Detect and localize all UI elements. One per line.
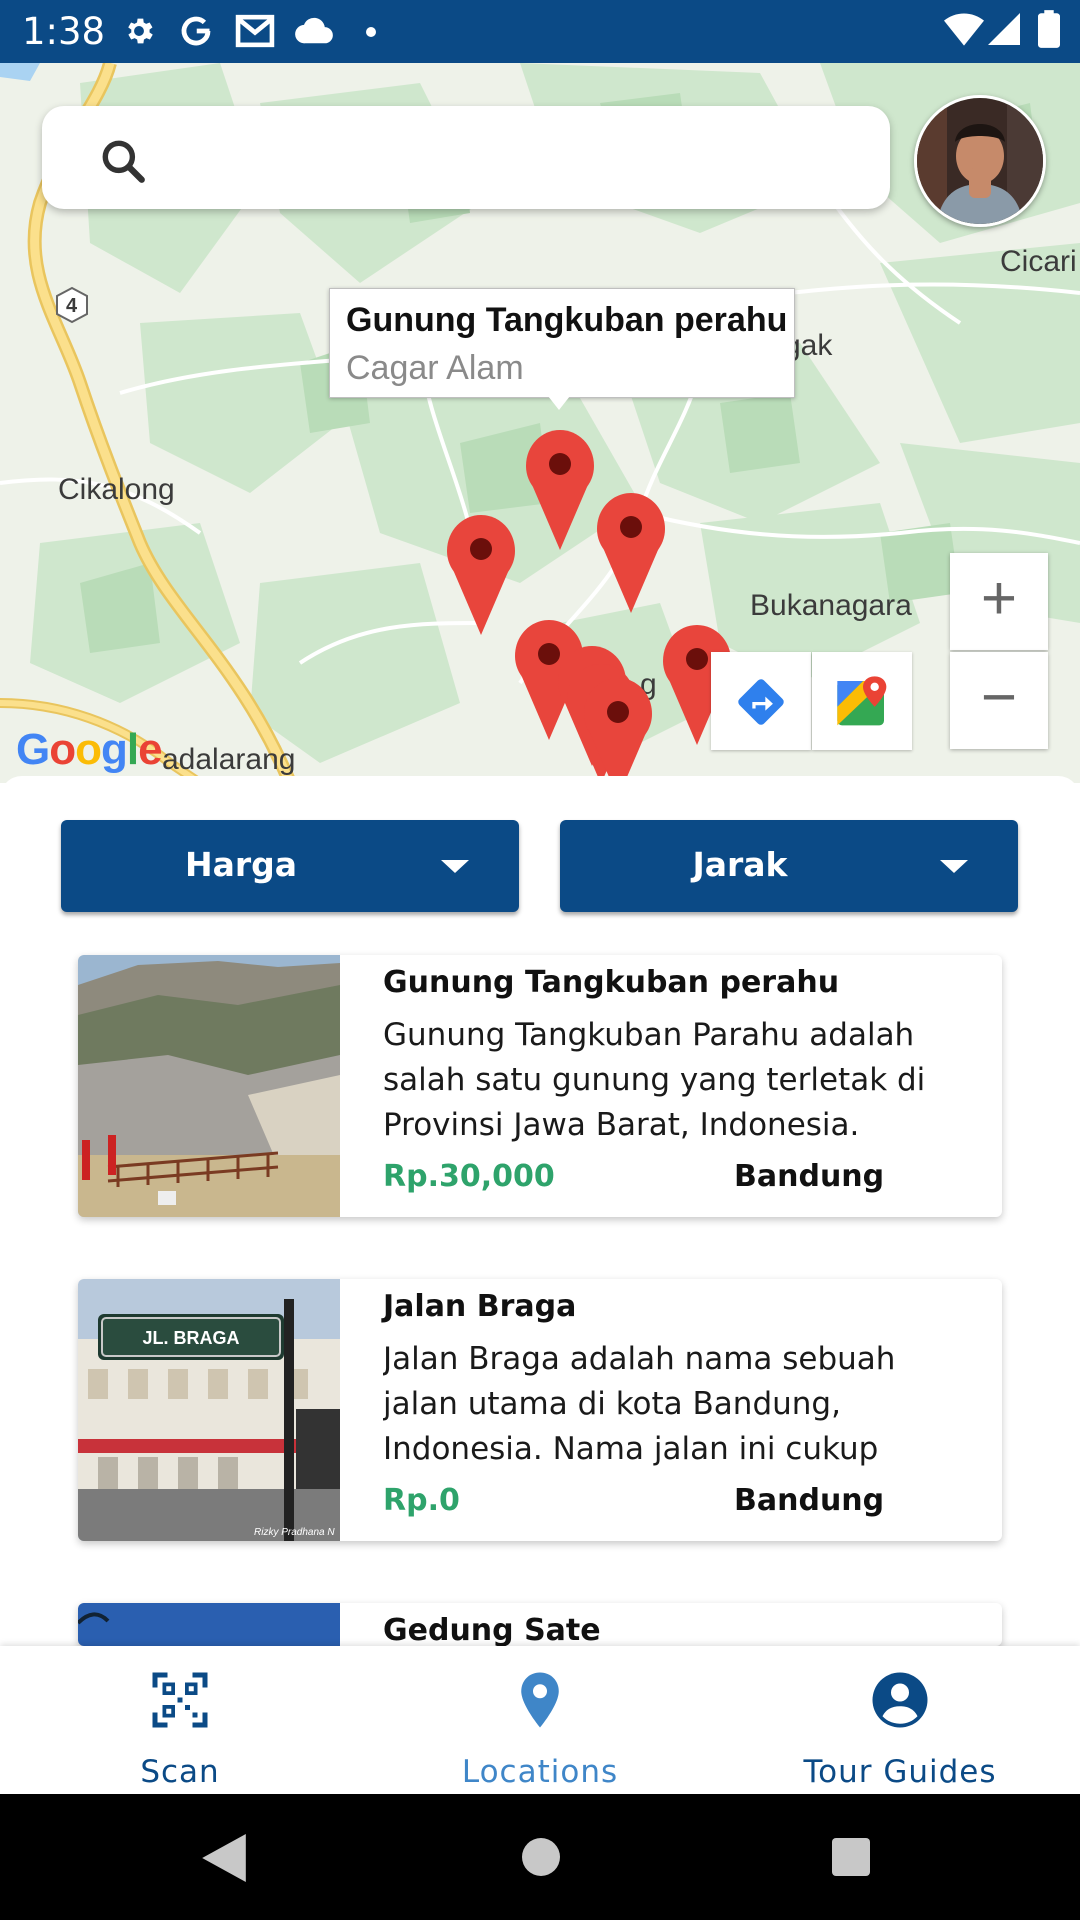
place-title: Gunung Tangkuban perahu <box>383 965 840 1000</box>
google-icon <box>181 16 211 46</box>
wifi-icon <box>944 13 984 46</box>
directions-button[interactable] <box>711 652 811 750</box>
nav-scan-label: Scan <box>140 1754 220 1790</box>
place-description: Jalan Braga adalah nama sebuah jalan uta… <box>383 1341 896 1467</box>
home-icon[interactable] <box>520 1836 562 1878</box>
location-pin-icon <box>521 1672 559 1728</box>
place-card[interactable]: JL. BRAGA Rizky Pradhana N Jalan Braga J… <box>78 1279 1002 1541</box>
place-thumbnail: JL. BRAGA Rizky Pradhana N <box>78 1279 340 1541</box>
place-title: Gedung Sate <box>383 1613 601 1646</box>
place-thumbnail <box>78 1603 340 1646</box>
open-in-maps-button[interactable] <box>812 652 912 750</box>
price-filter-dropdown[interactable]: Harga <box>61 820 519 912</box>
cloud-icon <box>295 17 333 44</box>
status-time: 1:38 <box>22 10 106 53</box>
nav-locations-label: Locations <box>461 1754 619 1790</box>
marker-info-window[interactable]: Gunung Tangkuban perahu Cagar Alam <box>329 288 795 398</box>
google-maps-icon <box>837 676 887 726</box>
profile-avatar[interactable] <box>914 95 1046 227</box>
back-icon[interactable] <box>202 1834 246 1882</box>
place-price: Rp.0 <box>383 1483 460 1518</box>
bottom-navigation: Scan Locations Tour Guides <box>0 1646 1080 1794</box>
zoom-out-label: − <box>980 663 1018 732</box>
nav-tour-guides[interactable]: Tour Guides <box>720 1646 1080 1794</box>
place-price: Rp.30,000 <box>383 1159 555 1194</box>
recents-icon[interactable] <box>830 1836 872 1878</box>
zoom-in-label: + <box>980 564 1018 633</box>
chevron-down-icon <box>441 860 469 873</box>
price-filter-label: Harga <box>184 845 298 884</box>
place-description: Gunung Tangkuban Parahu adalah salah sat… <box>383 1017 926 1143</box>
system-navigation-bar <box>0 1794 1080 1920</box>
dot-icon <box>366 27 376 37</box>
zoom-in-button[interactable]: + <box>950 553 1048 650</box>
gmail-icon <box>235 14 275 48</box>
battery-icon <box>1038 10 1060 48</box>
status-bar: 1:38 <box>0 0 1080 63</box>
signal-icon <box>988 13 1020 45</box>
place-thumbnail <box>78 955 340 1217</box>
photo-credit: Rizky Pradhana N <box>254 1527 335 1538</box>
chevron-down-icon <box>940 860 968 873</box>
place-city: Bandung <box>734 1159 885 1194</box>
place-card[interactable]: Gunung Tangkuban perahu Gunung Tangkuban… <box>78 955 1002 1217</box>
qr-scan-icon <box>152 1672 208 1728</box>
marker-pin[interactable] <box>597 493 665 613</box>
search-bar[interactable] <box>42 106 890 209</box>
place-city: Bandung <box>734 1483 885 1518</box>
place-title: Jalan Braga <box>383 1289 577 1324</box>
settings-icon <box>128 18 153 44</box>
distance-filter-dropdown[interactable]: Jarak <box>560 820 1018 912</box>
directions-icon <box>738 679 784 725</box>
search-icon <box>102 140 145 183</box>
google-logo: Google <box>16 725 163 774</box>
nav-locations[interactable]: Locations <box>360 1646 720 1794</box>
marker-pin[interactable] <box>526 430 594 550</box>
info-window-pointer <box>548 396 570 410</box>
nav-tour-guides-label: Tour Guides <box>803 1754 997 1790</box>
marker-pin[interactable] <box>447 515 515 635</box>
info-window-subtitle: Cagar Alam <box>346 349 524 387</box>
zoom-out-button[interactable]: − <box>950 652 1048 749</box>
street-sign-text: JL. BRAGA <box>142 1328 239 1348</box>
account-circle-icon <box>872 1672 928 1728</box>
info-window-title: Gunung Tangkuban perahu <box>346 301 788 339</box>
search-input[interactable] <box>172 126 866 188</box>
nav-scan[interactable]: Scan <box>0 1646 360 1794</box>
place-card[interactable]: Gedung Sate <box>78 1603 1002 1646</box>
distance-filter-label: Jarak <box>692 845 788 884</box>
